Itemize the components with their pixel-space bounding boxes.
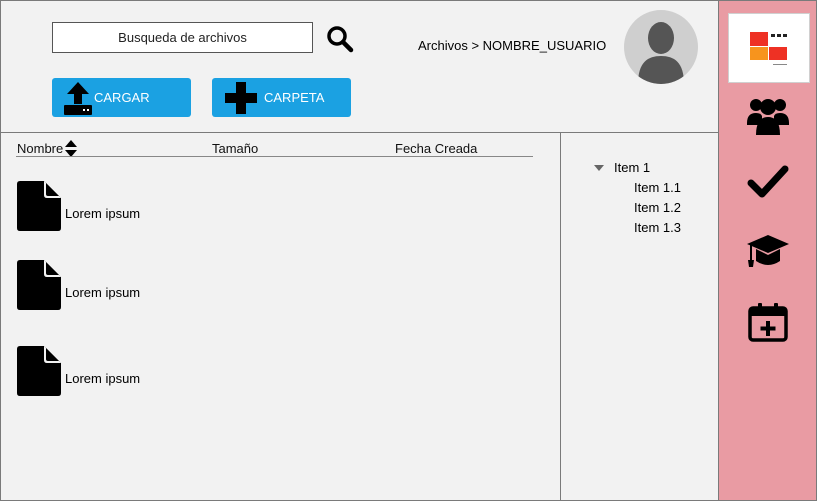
- file-name: Lorem ipsum: [65, 285, 141, 300]
- upload-button[interactable]: CARGAR: [52, 78, 191, 117]
- column-header-name[interactable]: Nombre: [17, 141, 63, 156]
- file-icon: [17, 181, 61, 231]
- app-window: Busqueda de archivos Archivos > NOMBRE_U…: [0, 0, 817, 501]
- file-icon: [17, 346, 61, 396]
- search-input[interactable]: Busqueda de archivos: [52, 22, 313, 53]
- sidebar: [718, 1, 816, 500]
- caret-down-icon[interactable]: [594, 165, 604, 172]
- search-icon[interactable]: [326, 25, 354, 53]
- tree-item-child[interactable]: Item 1.3: [634, 220, 681, 235]
- upload-label: CARGAR: [94, 90, 150, 105]
- column-header-date[interactable]: Fecha Creada: [395, 141, 477, 156]
- plus-icon: [225, 81, 257, 114]
- file-row[interactable]: Lorem ipsum: [17, 181, 317, 231]
- panel-divider: [560, 132, 561, 500]
- tree-item-child[interactable]: Item 1.2: [634, 200, 681, 215]
- new-folder-label: CARPETA: [264, 90, 325, 105]
- graduation-cap-icon[interactable]: [747, 231, 789, 273]
- new-folder-button[interactable]: CARPETA: [212, 78, 351, 117]
- tree-item-root[interactable]: Item 1: [614, 160, 650, 175]
- logo-mark: [750, 32, 787, 65]
- file-name: Lorem ipsum: [65, 371, 141, 386]
- file-icon: [17, 260, 61, 310]
- column-header-size[interactable]: Tamaño: [212, 141, 258, 156]
- avatar[interactable]: [624, 10, 698, 84]
- upload-icon: [64, 81, 92, 115]
- breadcrumb: Archivos > NOMBRE_USUARIO: [418, 38, 607, 53]
- file-row[interactable]: Lorem ipsum: [17, 346, 317, 396]
- tree-item-child[interactable]: Item 1.1: [634, 180, 681, 195]
- file-row[interactable]: Lorem ipsum: [17, 260, 317, 310]
- file-name: Lorem ipsum: [65, 206, 141, 221]
- header-underline: [16, 156, 533, 157]
- search-placeholder: Busqueda de archivos: [118, 30, 247, 45]
- users-icon[interactable]: [747, 95, 789, 137]
- check-icon[interactable]: [747, 161, 789, 203]
- header-divider: [1, 132, 718, 133]
- logo: [728, 13, 810, 83]
- calendar-plus-icon[interactable]: [747, 301, 789, 343]
- user-silhouette-icon: [638, 22, 684, 84]
